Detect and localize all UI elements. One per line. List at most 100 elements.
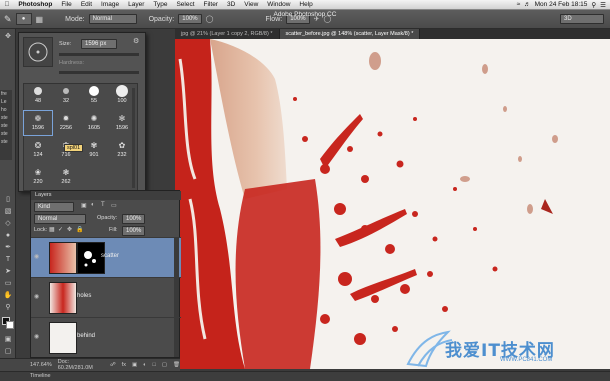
brush-preset-item[interactable]: ❀ 220 xyxy=(24,165,52,189)
fill-field[interactable]: 100% xyxy=(122,226,146,236)
brush-preset-item[interactable]: ✾ 901 xyxy=(80,138,108,162)
brush-preset-item[interactable]: ✹ 2256 xyxy=(52,111,80,135)
layer-thumbnail[interactable] xyxy=(49,282,77,314)
menu-3d[interactable]: 3D xyxy=(222,1,239,8)
gradient-tool-icon[interactable]: ▧ xyxy=(3,207,13,217)
brush-preset-item[interactable]: ✺ 1605 xyxy=(80,111,108,135)
lock-label: Lock: xyxy=(34,227,48,233)
brush-preset-item-selected[interactable]: ❁ 1596 xyxy=(23,110,53,136)
path-select-tool-icon[interactable]: ➤ xyxy=(3,267,13,277)
volume-icon[interactable]: ♬ xyxy=(524,1,531,8)
hardness-slider[interactable] xyxy=(59,71,139,74)
size-slider[interactable] xyxy=(59,53,139,56)
add-mask-icon[interactable]: ▣ xyxy=(132,362,137,368)
dodge-tool-icon[interactable]: ● xyxy=(3,231,13,241)
shape-tool-icon[interactable]: ▭ xyxy=(3,279,13,289)
search-icon[interactable]: ⚲ xyxy=(591,1,596,9)
menu-filter[interactable]: Filter xyxy=(199,1,222,8)
menu-edit[interactable]: Edit xyxy=(76,1,96,8)
layer-row-holes[interactable]: ◉ holes xyxy=(31,277,181,317)
layer-filter-kind[interactable]: Kind xyxy=(34,202,74,212)
opacity-pressure-icon[interactable]: ◯ xyxy=(206,15,214,23)
blur-tool-icon[interactable]: ◇ xyxy=(3,219,13,229)
list-icon[interactable]: ☰ xyxy=(600,1,606,9)
timeline-panel-tab[interactable]: Timeline xyxy=(0,371,610,381)
lock-pixels-icon[interactable]: ▦ xyxy=(49,226,55,233)
layer-opacity-field[interactable]: 100% xyxy=(122,214,146,224)
brush-preset-item[interactable]: 55 xyxy=(80,84,108,108)
size-field[interactable]: 1596 px xyxy=(81,39,117,49)
pressure-size-icon[interactable]: ◯ xyxy=(323,15,331,23)
layer-row-behind[interactable]: ◉ behind xyxy=(31,317,181,357)
mode-select[interactable]: Normal xyxy=(88,14,137,24)
layer-thumbnail[interactable] xyxy=(49,322,77,354)
layer-name[interactable]: behind xyxy=(77,333,95,339)
pen-tool-icon[interactable]: ✒ xyxy=(3,243,13,253)
lock-all-icon[interactable]: 🔒 xyxy=(76,226,83,233)
layer-thumbnail[interactable] xyxy=(49,242,77,274)
menu-file[interactable]: File xyxy=(57,1,76,8)
new-layer-icon[interactable]: ▢ xyxy=(162,362,167,368)
brush-preset-item[interactable]: ❃ 262 xyxy=(52,165,80,189)
brush-size-label: 1596 xyxy=(31,125,45,131)
move-tool-icon[interactable]: ✥ xyxy=(3,32,13,42)
brush-angle-preview[interactable] xyxy=(23,37,53,67)
menu-view[interactable]: View xyxy=(240,1,263,8)
workspace-select[interactable]: 3D xyxy=(560,14,604,24)
type-tool-icon[interactable]: T xyxy=(3,255,13,265)
filter-type-icon[interactable]: T xyxy=(101,202,105,208)
clock[interactable]: Mon 24 Feb 18:15 xyxy=(535,1,588,8)
lock-image-icon[interactable]: ✓ xyxy=(58,226,63,233)
visibility-eye-icon[interactable]: ◉ xyxy=(34,333,40,340)
menu-select[interactable]: Select xyxy=(172,1,199,8)
layer-name[interactable]: holes xyxy=(77,293,91,299)
eraser-tool-icon[interactable]: ▯ xyxy=(3,195,13,205)
screen-mode-icon[interactable]: ▢ xyxy=(3,347,13,357)
doc-size[interactable]: Doc: 60.2M/281.0M xyxy=(58,359,100,371)
hand-tool-icon[interactable]: ✋ xyxy=(3,291,13,301)
flow-field[interactable]: 100% xyxy=(286,14,310,24)
lock-position-icon[interactable]: ✥ xyxy=(67,226,72,233)
layers-panel-tab[interactable]: Layers xyxy=(31,191,181,200)
tab-document-1[interactable]: jpg @ 21% (Layer 1 copy 2, RGB/8) * xyxy=(175,29,280,39)
document-tabs: jpg @ 21% (Layer 1 copy 2, RGB/8) * scat… xyxy=(175,29,610,39)
menu-layer[interactable]: Layer xyxy=(124,1,149,8)
brush-preset-item[interactable]: 32 xyxy=(52,84,80,108)
visibility-eye-icon[interactable]: ◉ xyxy=(34,293,40,300)
menu-type[interactable]: Type xyxy=(149,1,172,8)
adjustment-layer-icon[interactable]: ◐ xyxy=(143,362,146,368)
brush-grid-scrollbar[interactable] xyxy=(132,88,135,188)
filter-adjust-icon[interactable]: ◐ xyxy=(91,202,95,208)
layers-scrollbar[interactable] xyxy=(174,237,179,357)
brush-preset-item[interactable]: ❂ 124 xyxy=(24,138,52,162)
apple-icon[interactable]:  xyxy=(0,1,14,8)
filter-shape-icon[interactable]: ▭ xyxy=(111,202,117,209)
zoom-tool-icon[interactable]: ⚲ xyxy=(3,303,13,313)
delete-layer-icon[interactable]: 🗑 xyxy=(173,362,180,368)
brush-preset-item[interactable]: 48 xyxy=(24,84,52,108)
menu-help[interactable]: Help xyxy=(295,1,317,8)
brush-panel-toggle-icon[interactable]: ▦ xyxy=(36,15,44,24)
layer-name[interactable]: scatter xyxy=(101,253,119,259)
zoom-level[interactable]: 147.64% xyxy=(30,362,52,368)
opacity-field[interactable]: 100% xyxy=(178,14,202,24)
app-menu[interactable]: Photoshop xyxy=(14,1,57,8)
airbrush-icon[interactable]: ✈ xyxy=(314,15,320,23)
document-canvas[interactable] xyxy=(175,39,610,369)
settings-gear-icon[interactable]: ⚙ xyxy=(133,37,139,45)
wifi-icon[interactable]: ≈ xyxy=(517,1,521,8)
link-layers-icon[interactable]: ☍ xyxy=(110,362,116,368)
quick-mask-icon[interactable]: ▣ xyxy=(3,335,13,345)
menu-window[interactable]: Window xyxy=(263,1,295,8)
add-style-icon[interactable]: fx xyxy=(122,362,126,368)
brush-tool-icon[interactable]: ✎ xyxy=(4,14,12,25)
brush-preset-picker[interactable]: ● xyxy=(15,13,32,25)
background-color-swatch[interactable] xyxy=(6,321,14,329)
blend-mode-select[interactable]: Normal xyxy=(34,214,86,224)
visibility-eye-icon[interactable]: ◉ xyxy=(34,253,40,260)
filter-pixel-icon[interactable]: ▣ xyxy=(81,202,87,209)
new-group-icon[interactable]: □ xyxy=(152,362,155,368)
tab-document-2[interactable]: scatter_before.jpg @ 148% (scatter, Laye… xyxy=(279,29,421,39)
layer-row-scatter[interactable]: ◉ scatter xyxy=(31,237,181,277)
menu-image[interactable]: Image xyxy=(97,1,124,8)
